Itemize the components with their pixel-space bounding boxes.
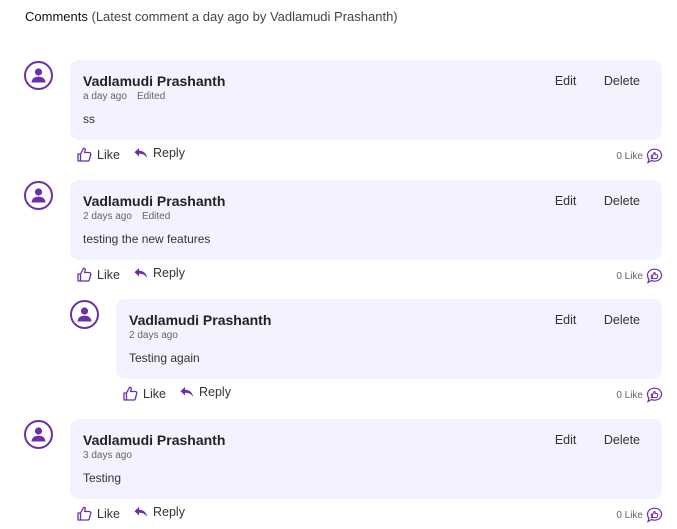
reply-arrow-icon: [134, 148, 148, 158]
like-label: Like: [97, 147, 120, 162]
like-count-label: 0 Like: [616, 150, 643, 162]
like-button[interactable]: Like: [76, 146, 120, 163]
comment-card: Vadlamudi Prashanth 2 days ago Testing a…: [116, 299, 662, 379]
comments-subtitle: (Latest comment a day ago by Vadlamudi P…: [91, 9, 398, 24]
avatar-icon: [70, 300, 99, 329]
comment-time: a day ago: [83, 91, 127, 102]
comment-card: Vadlamudi Prashanth a day ago Edited ss E…: [70, 60, 662, 140]
thumbs-up-icon: [123, 386, 138, 401]
like-count: 0 Like: [616, 148, 663, 164]
edited-label: Edited: [136, 91, 166, 102]
comment-author: Vadlamudi Prashanth: [83, 73, 226, 89]
comment-card: Vadlamudi Prashanth 2 days ago Edited tes…: [70, 180, 662, 260]
reply-label: Reply: [153, 505, 185, 519]
edited-label: Edited: [141, 211, 171, 222]
reply-arrow-icon: [134, 268, 148, 278]
comment-text: Testing again: [129, 351, 200, 365]
comment-text: Testing: [83, 471, 122, 485]
comments-header: Comments (Latest comment a day ago by Va…: [25, 9, 398, 24]
reply-button[interactable]: Reply: [133, 266, 185, 280]
comment-footer: Like Reply 0 Like: [122, 385, 663, 403]
edit-button[interactable]: Edit: [555, 74, 577, 88]
thumbs-up-icon: [77, 147, 92, 162]
like-count: 0 Like: [616, 507, 663, 523]
comment-text: testing the new features: [83, 232, 211, 246]
comment-time: 2 days ago: [83, 211, 132, 222]
comment-meta: 2 days ago: [129, 330, 178, 341]
like-label: Like: [97, 267, 120, 282]
avatar-icon: [24, 420, 53, 449]
comment-actions: Edit Delete: [555, 194, 640, 208]
like-label: Like: [143, 386, 166, 401]
comment-meta: 3 days ago: [83, 450, 132, 461]
like-count-label: 0 Like: [616, 509, 643, 521]
like-count: 0 Like: [616, 268, 663, 284]
reply-button[interactable]: Reply: [133, 146, 185, 160]
like-count: 0 Like: [616, 387, 663, 403]
reply-button[interactable]: Reply: [133, 505, 185, 519]
like-button[interactable]: Like: [76, 266, 120, 283]
like-chat-bubble-icon: [646, 148, 663, 164]
like-chat-bubble-icon: [646, 268, 663, 284]
edit-button[interactable]: Edit: [555, 433, 577, 447]
comment-time: 2 days ago: [129, 330, 178, 341]
delete-button[interactable]: Delete: [604, 433, 640, 447]
like-button[interactable]: Like: [76, 505, 120, 522]
reply-arrow-icon: [134, 507, 148, 517]
comment-time: 3 days ago: [83, 450, 132, 461]
comment-actions: Edit Delete: [555, 74, 640, 88]
thumbs-up-icon: [77, 506, 92, 521]
comments-title: Comments: [25, 9, 88, 24]
like-chat-bubble-icon: [646, 507, 663, 523]
thumbs-up-icon: [77, 267, 92, 282]
comment-actions: Edit Delete: [555, 433, 640, 447]
like-label: Like: [97, 506, 120, 521]
edit-button[interactable]: Edit: [555, 313, 577, 327]
comment-author: Vadlamudi Prashanth: [129, 312, 272, 328]
reply-label: Reply: [153, 266, 185, 280]
like-count-label: 0 Like: [616, 389, 643, 401]
avatar-icon: [24, 181, 53, 210]
comment-card: Vadlamudi Prashanth 3 days ago Testing E…: [70, 419, 662, 499]
comment-author: Vadlamudi Prashanth: [83, 432, 226, 448]
comment-footer: Like Reply 0 Like: [76, 266, 663, 284]
like-count-label: 0 Like: [616, 270, 643, 282]
delete-button[interactable]: Delete: [604, 313, 640, 327]
comment-text: ss: [83, 112, 95, 126]
comment-actions: Edit Delete: [555, 313, 640, 327]
like-chat-bubble-icon: [646, 387, 663, 403]
reply-label: Reply: [153, 146, 185, 160]
delete-button[interactable]: Delete: [604, 74, 640, 88]
reply-label: Reply: [199, 385, 231, 399]
comment-author: Vadlamudi Prashanth: [83, 193, 226, 209]
comment-meta: a day ago Edited: [83, 91, 165, 102]
comment-meta: 2 days ago Edited: [83, 211, 170, 222]
delete-button[interactable]: Delete: [604, 194, 640, 208]
reply-arrow-icon: [180, 387, 194, 397]
reply-button[interactable]: Reply: [179, 385, 231, 399]
avatar-icon: [24, 61, 53, 90]
comment-footer: Like Reply 0 Like: [76, 505, 663, 523]
comment-footer: Like Reply 0 Like: [76, 146, 663, 164]
edit-button[interactable]: Edit: [555, 194, 577, 208]
like-button[interactable]: Like: [122, 385, 166, 402]
